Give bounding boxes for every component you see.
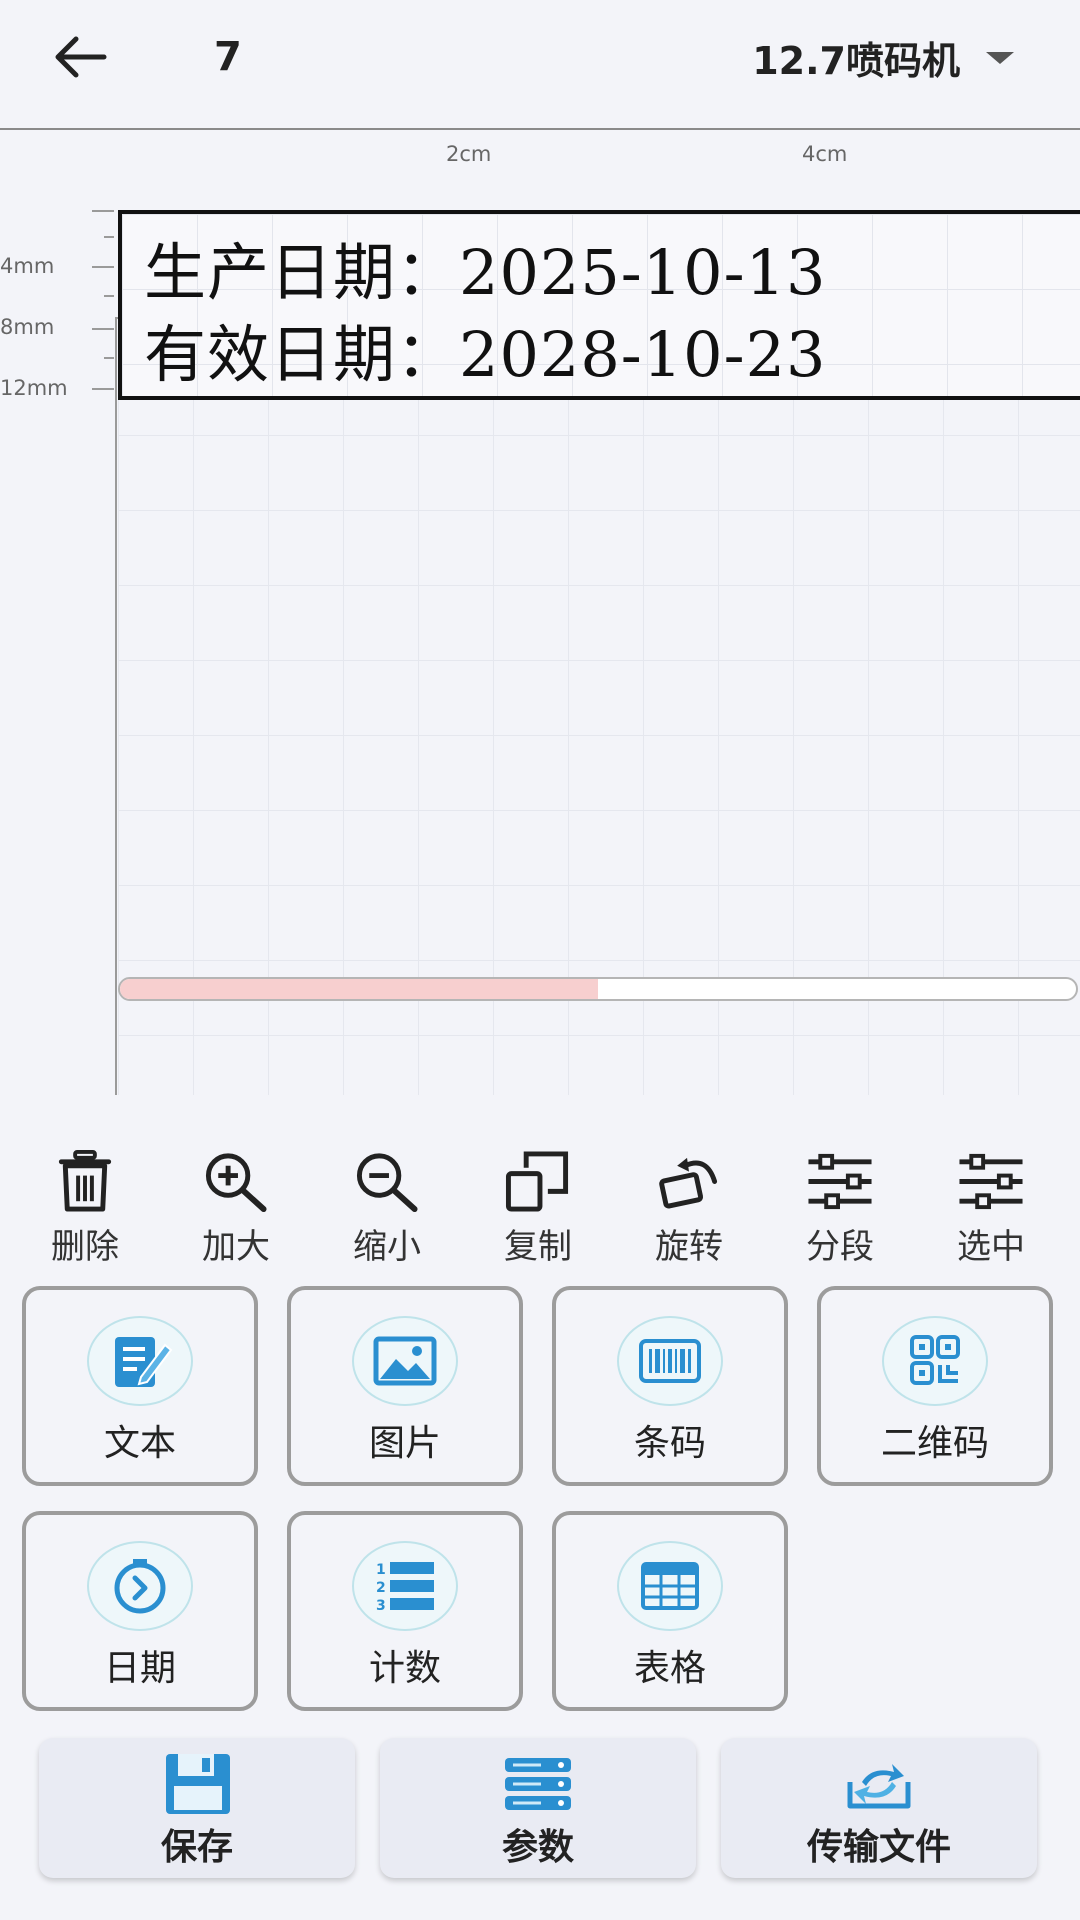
svg-text:2: 2 <box>376 1580 386 1596</box>
transfer-icon <box>847 1764 911 1809</box>
parameters-button[interactable]: 参数 <box>380 1738 696 1878</box>
ruler-label-4cm: 4cm <box>802 142 848 166</box>
copy-icon <box>505 1151 569 1212</box>
ruler-tick <box>92 266 114 268</box>
save-button[interactable]: 保存 <box>39 1738 355 1878</box>
insert-table-label: 表格 <box>633 1648 706 1689</box>
ruler-tick <box>92 388 114 390</box>
rotate-label: 旋转 <box>655 1227 723 1267</box>
insert-table-button[interactable]: 表格 <box>552 1511 788 1711</box>
zoom-out-icon <box>356 1153 418 1213</box>
card-icon-circle <box>617 1316 723 1406</box>
zoom-in-button[interactable]: 加大 <box>176 1148 296 1268</box>
back-button[interactable] <box>40 22 120 92</box>
insert-barcode-label: 条码 <box>633 1423 706 1464</box>
insert-qrcode-label: 二维码 <box>880 1423 989 1464</box>
card-icon-circle: 1 2 3 <box>352 1541 458 1631</box>
delete-label: 删除 <box>51 1227 119 1267</box>
ruler-vertical <box>115 317 117 1095</box>
document-title: 7 <box>214 34 242 80</box>
insert-counter-label: 计数 <box>368 1648 441 1689</box>
ruler-tick <box>92 210 114 212</box>
caret-down-icon <box>986 51 1014 64</box>
card-icon-circle <box>87 1316 193 1406</box>
text-edit-icon <box>115 1337 173 1387</box>
top-bar: 7 12.7喷码机 <box>0 0 1080 130</box>
card-icon-circle <box>882 1316 988 1406</box>
ruler-label-2cm: 2cm <box>446 142 492 166</box>
copy-label: 复制 <box>504 1227 572 1267</box>
barcode-icon <box>639 1339 701 1383</box>
insert-text-button[interactable]: 文本 <box>22 1286 258 1486</box>
insert-date-label: 日期 <box>103 1648 176 1689</box>
qrcode-icon <box>910 1335 960 1385</box>
device-name: 12.7喷码机 <box>752 39 960 83</box>
save-label: 保存 <box>160 1827 233 1868</box>
label-text-line: 有效日期：2028-10-23 <box>144 318 827 391</box>
image-icon <box>373 1336 437 1386</box>
sliders-icon <box>959 1153 1023 1210</box>
segment-label: 分段 <box>806 1227 874 1267</box>
edit-toolbar: 删除 加大 缩小 复制 旋转 分段 选中 <box>0 1148 1080 1268</box>
parameters-label: 参数 <box>501 1827 574 1868</box>
insert-text-label: 文本 <box>103 1423 176 1464</box>
zoom-in-icon <box>205 1153 267 1213</box>
save-icon <box>166 1754 230 1814</box>
label-text-line: 生产日期：2025-10-13 <box>144 236 827 309</box>
insert-date-button[interactable]: 日期 <box>22 1511 258 1711</box>
svg-text:1: 1 <box>376 1562 386 1578</box>
label-object[interactable]: 生产日期：2025-10-13 有效日期：2028-10-23 <box>118 210 1080 400</box>
arrow-left-icon <box>55 36 107 78</box>
scroll-thumb[interactable] <box>120 979 598 999</box>
rotate-icon <box>659 1157 718 1209</box>
numbered-list-icon: 1 2 3 <box>376 1562 434 1614</box>
zoom-in-label: 加大 <box>202 1227 270 1267</box>
ruler-tick <box>92 328 114 330</box>
ruler-tick <box>104 295 114 297</box>
zoom-out-label: 缩小 <box>353 1227 421 1267</box>
transfer-file-button[interactable]: 传输文件 <box>721 1738 1037 1878</box>
insert-barcode-button[interactable]: 条码 <box>552 1286 788 1486</box>
device-selector[interactable]: 12.7喷码机 <box>752 30 1014 85</box>
insert-image-button[interactable]: 图片 <box>287 1286 523 1486</box>
ruler-label-8mm: 8mm <box>0 315 55 339</box>
zoom-out-button[interactable]: 缩小 <box>327 1148 447 1268</box>
parameters-icon <box>505 1758 571 1810</box>
sliders-icon <box>808 1153 872 1210</box>
trash-icon <box>58 1149 112 1212</box>
insert-image-label: 图片 <box>368 1423 441 1464</box>
svg-text:3: 3 <box>376 1598 386 1614</box>
rotate-button[interactable]: 旋转 <box>629 1148 749 1268</box>
clock-icon <box>114 1559 166 1614</box>
card-icon-circle <box>352 1316 458 1406</box>
ruler-label-12mm: 12mm <box>0 376 68 400</box>
delete-button[interactable]: 删除 <box>25 1148 145 1268</box>
select-button[interactable]: 选中 <box>931 1148 1051 1268</box>
card-icon-circle <box>617 1541 723 1631</box>
ruler-tick <box>104 236 114 238</box>
table-icon <box>641 1562 699 1610</box>
ruler-label-4mm: 4mm <box>0 254 55 278</box>
horizontal-scrollbar[interactable] <box>118 977 1078 1001</box>
segment-button[interactable]: 分段 <box>780 1148 900 1268</box>
transfer-file-label: 传输文件 <box>806 1827 951 1868</box>
insert-qrcode-button[interactable]: 二维码 <box>817 1286 1053 1486</box>
ruler-tick <box>104 357 114 359</box>
select-label: 选中 <box>957 1227 1025 1267</box>
insert-counter-button[interactable]: 1 2 3 计数 <box>287 1511 523 1711</box>
copy-button[interactable]: 复制 <box>478 1148 598 1268</box>
card-icon-circle <box>87 1541 193 1631</box>
